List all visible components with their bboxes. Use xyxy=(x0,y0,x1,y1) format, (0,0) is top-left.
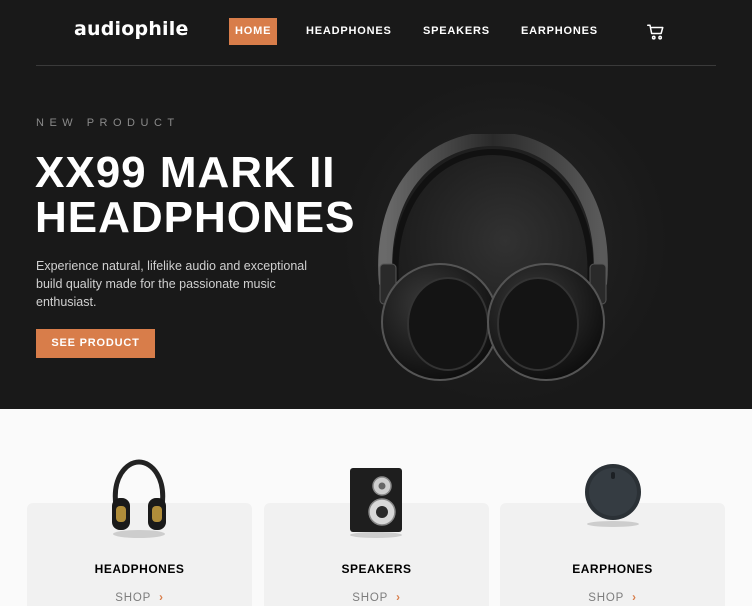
hero-description: Experience natural, lifelike audio and e… xyxy=(36,259,308,309)
category-label-headphones: HEADPHONES xyxy=(94,562,185,576)
earphones-thumbnail xyxy=(585,464,641,527)
shop-link-earphones[interactable]: SHOP › xyxy=(500,592,725,604)
site-header: audiophile HOME HEADPHONES SPEAKERS EARP… xyxy=(0,0,752,66)
category-label-earphones: EARPHONES xyxy=(572,562,653,576)
category-label-speakers: SPEAKERS xyxy=(341,562,412,576)
shop-link-label: SHOP xyxy=(115,592,152,604)
chevron-right-icon: › xyxy=(632,592,637,604)
hero-section: NEW PRODUCT XX99 MARK II HEADPHONES Expe… xyxy=(0,66,752,409)
chevron-right-icon: › xyxy=(396,592,401,604)
shop-link-label: SHOP xyxy=(588,592,625,604)
speaker-thumbnail xyxy=(350,468,402,538)
logo[interactable]: audiophile xyxy=(74,18,189,40)
nav-item-speakers[interactable]: SPEAKERS xyxy=(423,18,490,45)
cart-icon[interactable] xyxy=(647,23,665,41)
shop-link-label: SHOP xyxy=(352,592,389,604)
nav-item-home[interactable]: HOME xyxy=(229,18,278,45)
hero-title: XX99 MARK II HEADPHONES xyxy=(35,150,356,240)
hero-title-line-1: XX99 MARK II xyxy=(35,148,336,197)
nav-item-earphones[interactable]: EARPHONES xyxy=(521,18,598,45)
shop-link-headphones[interactable]: SHOP › xyxy=(27,592,252,604)
see-product-button[interactable]: SEE PRODUCT xyxy=(36,329,155,358)
chevron-right-icon: › xyxy=(159,592,164,604)
shop-link-speakers[interactable]: SHOP › xyxy=(264,592,489,604)
hero-overline: NEW PRODUCT xyxy=(36,117,180,129)
headphones-thumbnail xyxy=(112,459,166,538)
nav-item-headphones[interactable]: HEADPHONES xyxy=(306,18,392,45)
hero-title-line-2: HEADPHONES xyxy=(35,193,356,242)
headphones-hero-image xyxy=(378,134,608,381)
